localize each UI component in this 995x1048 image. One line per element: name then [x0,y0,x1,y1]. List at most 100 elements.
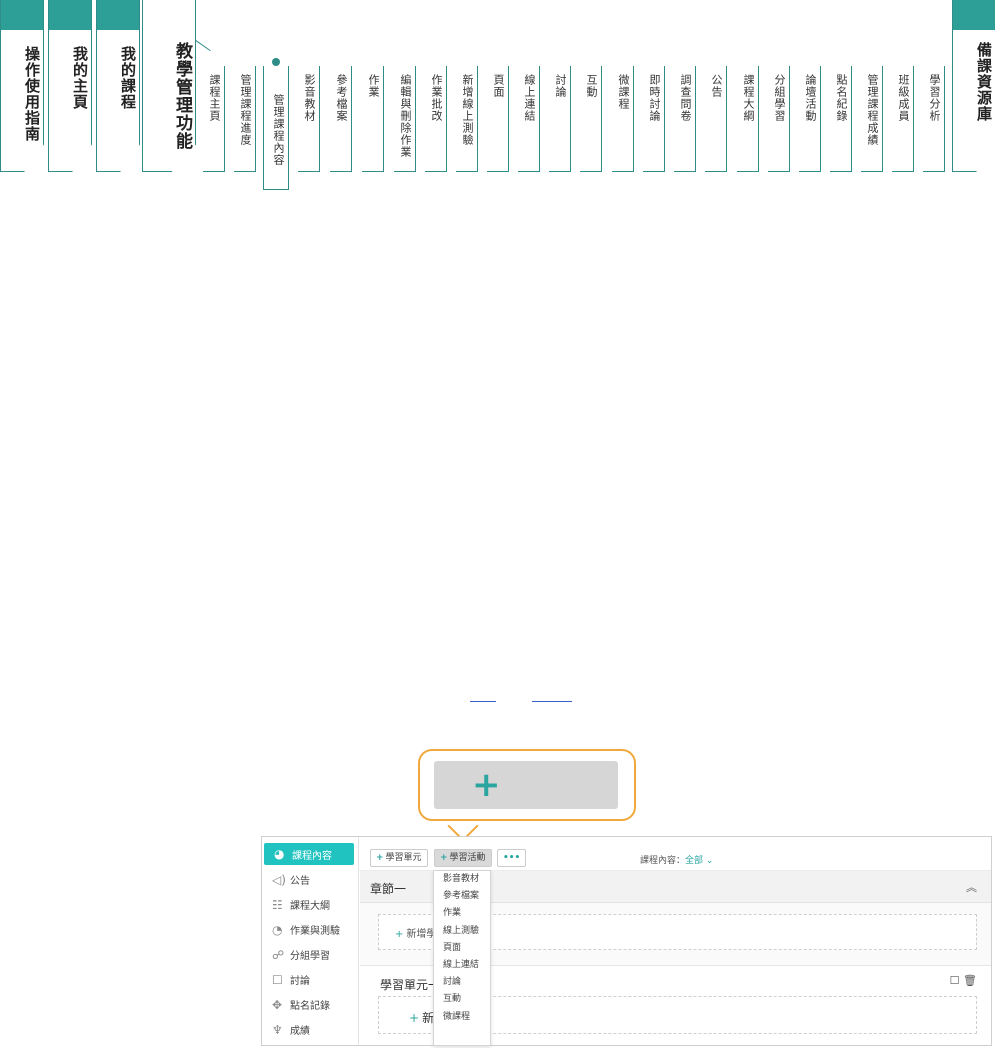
app-toolbar: + 學習單元 + 學習活動 ••• 課程內容：全部 ⌄ [360,837,991,871]
course-app-screenshot: ◕ 課程內容 ◁) 公告 ☷ 課程大綱 ◔ 作業與測驗 ☍ 分組學習 ☐ 討論 ✥ 點名記錄 ♆ 成績 + 學習… [261,836,992,1046]
sub-nav-item[interactable]: 公告 [705,66,727,172]
add-unit-label: 學習單元 [385,853,422,863]
sub-nav-item[interactable]: 討論 [549,66,571,172]
dropdown-item[interactable]: 作業 [434,905,490,922]
sub-nav-item[interactable]: 新增線上測驗 [456,66,478,172]
tab-library[interactable]: 備課資源庫 [952,0,995,172]
sidebar-item-label: 課程內容 [292,850,332,862]
sidebar-item[interactable]: ◔ 作業與測驗 [262,917,358,942]
sub-nav-label: 影音教材 [303,74,316,122]
sidebar-item[interactable]: ♆ 成績 [262,1017,358,1042]
sub-nav-label: 線上連結 [523,74,536,122]
top-navigation: 操作使用指南 我的主頁 我的課程 教學管理功能 課程主頁 管理課程進度 管理課程內容… [0,0,995,200]
sidebar-item[interactable]: ✥ 點名記錄 [262,992,358,1017]
sub-nav-item[interactable]: 作業 [362,66,384,172]
chevron-down-icon: ⌄ [703,856,714,866]
sub-nav-item[interactable]: 分組學習 [768,66,790,172]
sub-nav-item[interactable]: 調查問卷 [674,66,696,172]
sub-nav-item[interactable]: 論壇活動 [799,66,821,172]
sub-nav-item[interactable]: 線上連結 [518,66,540,172]
collapse-icon[interactable]: ︽ [966,879,977,895]
sidebar-item-label: 成績 [290,1026,310,1037]
tab-guide[interactable]: 操作使用指南 [0,0,44,172]
sidebar-item-label: 作業與測驗 [290,926,340,937]
sub-nav-item[interactable]: 互動 [580,66,602,172]
dropdown-item[interactable]: 線上測驗 [434,923,490,940]
mini-link[interactable] [532,700,572,702]
dropdown-item[interactable]: 線上連結 [434,957,490,974]
tab-teaching[interactable]: 教學管理功能 [142,0,196,172]
sub-nav-label: 作業 [367,74,380,98]
sub-nav-item[interactable]: 編輯與刪除作業 [394,66,416,172]
mini-link[interactable] [470,700,496,702]
sub-nav-label: 參考檔案 [335,74,348,122]
add-activity-label: 學習活動 [449,853,486,863]
sub-nav-label: 微課程 [617,74,630,110]
unit-title: 學習單元一 [380,978,441,992]
sub-nav-item[interactable]: 頁面 [487,66,509,172]
course-content-icon: ◕ [274,847,285,861]
sub-nav-item[interactable]: 班級成員 [892,66,914,172]
sub-nav-label: 即時討論 [648,74,661,122]
sub-nav-item[interactable]: 管理課程進度 [234,66,256,172]
more-button[interactable]: ••• [497,849,527,867]
sub-nav-item[interactable]: 作業批改 [425,66,447,172]
sidebar-item-label: 課程大綱 [290,901,330,912]
sub-nav-item[interactable]: 參考檔案 [330,66,352,172]
active-indicator-dot [272,58,280,66]
dropdown-item[interactable]: 互動 [434,991,490,1008]
sub-nav-label: 頁面 [492,74,505,98]
sub-nav-item[interactable]: 影音教材 [298,66,320,172]
sub-nav-item[interactable]: 管理課程成績 [861,66,883,172]
sub-nav-label: 點名紀錄 [835,74,848,122]
sub-nav-label: 課程大綱 [742,74,755,122]
dropdown-item[interactable]: 頁面 [434,940,490,957]
add-activity-text: + 新 [409,1009,434,1026]
sub-nav-label: 討論 [554,74,567,98]
rollcall-icon: ✥ [272,997,283,1012]
dropdown-item[interactable]: 討論 [434,974,490,991]
sub-nav-item[interactable]: 課程主頁 [203,66,225,172]
sub-nav-item[interactable]: 即時討論 [643,66,665,172]
sidebar-item-label: 公告 [290,876,310,887]
tab-cap [953,0,995,30]
mini-links [470,700,580,710]
sidebar-item-label: 討論 [290,976,310,987]
filter-label: 課程內容： [640,856,686,866]
sub-nav-label: 管理課程內容 [272,94,285,166]
tab-my-home[interactable]: 我的主頁 [48,0,92,172]
add-activity-button[interactable]: + 學習活動 [434,849,492,867]
tab-library-label: 備課資源庫 [975,42,993,122]
sub-nav-item[interactable]: 管理課程內容 [263,58,289,190]
add-learning-unit-text: + 新增學 [395,925,436,940]
sub-nav-label: 分組學習 [773,74,786,122]
dropdown-item[interactable]: 影音教材 [434,871,490,888]
content-filter[interactable]: 課程內容：全部 ⌄ [640,853,713,866]
sidebar-item[interactable]: ☷ 課程大綱 [262,892,358,917]
tab-cap [49,0,91,30]
trash-icon[interactable]: 🗑 [963,974,977,987]
sub-nav-item[interactable]: 點名紀錄 [830,66,852,172]
sub-nav-item[interactable]: 微課程 [612,66,634,172]
sidebar-item[interactable]: ☐ 討論 [262,967,358,992]
sub-nav-item[interactable]: 學習分析 [923,66,945,172]
sidebar-item[interactable]: ◁) 公告 [262,867,358,892]
sub-nav-label: 作業批改 [430,74,443,122]
tab-my-courses[interactable]: 我的課程 [96,0,140,172]
add-unit-button[interactable]: + 學習單元 [370,849,428,867]
plus-icon: + [376,853,384,863]
sub-nav-label: 編輯與刪除作業 [399,74,412,158]
plus-icon: + [409,1011,420,1025]
plus-icon: + [472,765,501,805]
dropdown-item[interactable]: 參考檔案 [434,888,490,905]
chapter-title: 章節一 [370,882,407,896]
dropdown-item[interactable]: 微課程 [434,1009,490,1026]
sub-nav-item[interactable]: 課程大綱 [737,66,759,172]
tab-my-courses-label: 我的課程 [119,46,137,110]
chat-icon: ☐ [272,972,283,987]
edit-icon[interactable]: ☐ [950,974,960,987]
megaphone-icon: ◁) [272,872,286,887]
sidebar-item[interactable]: ◕ 課程內容 [264,843,354,865]
sub-nav-label: 課程主頁 [208,74,221,122]
sidebar-item[interactable]: ☍ 分組學習 [262,942,358,967]
